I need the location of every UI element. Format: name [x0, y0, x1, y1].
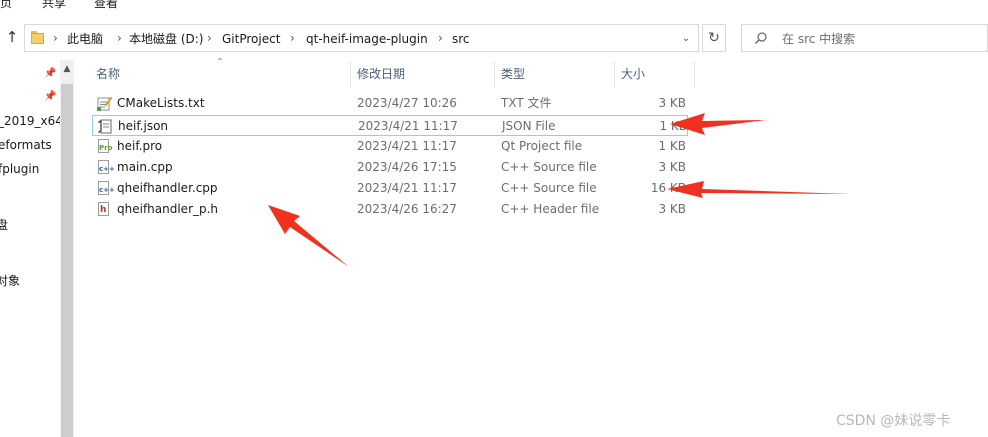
file-date: 2023/4/21 11:17 [358, 119, 458, 133]
column-divider[interactable] [614, 62, 615, 88]
file-size: 3 KB [658, 160, 686, 174]
search-icon [755, 32, 767, 44]
file-date: 2023/4/26 17:15 [357, 160, 457, 174]
chevron-right-icon[interactable]: › [207, 31, 212, 45]
file-size: 3 KB [658, 202, 686, 216]
file-type: Qt Project file [501, 139, 583, 153]
column-header-size[interactable]: 大小 [621, 67, 645, 81]
file-type: TXT 文件 [501, 96, 552, 110]
table-row-selected[interactable]: heif.json 2023/4/21 11:17 JSON File 1 KB [92, 115, 688, 136]
table-row[interactable]: h qheifhandler_p.h 2023/4/26 16:27 C++ H… [92, 199, 688, 220]
ribbon-tab-share[interactable]: 共享 [42, 0, 66, 10]
refresh-icon[interactable]: ↻ [702, 24, 726, 52]
annotation-arrow-handler [667, 181, 850, 198]
breadcrumb-gitproject[interactable]: GitProject [222, 32, 280, 46]
scroll-up-icon[interactable]: ▲ [60, 62, 74, 76]
column-header-type[interactable]: 类型 [501, 67, 525, 81]
search-placeholder: 在 src 中搜索 [782, 32, 856, 46]
scrollbar-thumb[interactable] [61, 84, 73, 437]
file-name: heif.json [118, 119, 169, 133]
column-divider[interactable] [494, 62, 495, 88]
text-file-icon [97, 96, 113, 111]
navigation-pane: 📌 📌 _2019_x64 eformats fplugin 盘 对象 [0, 60, 60, 437]
watermark: CSDN @妹说零卡 [836, 413, 951, 429]
nav-item-x64[interactable]: _2019_x64 [0, 114, 60, 128]
chevron-right-icon[interactable]: › [117, 31, 122, 45]
file-date: 2023/4/27 10:26 [357, 96, 457, 110]
file-type: C++ Source file [501, 160, 597, 174]
chevron-right-icon[interactable]: › [290, 31, 295, 45]
address-row: ↑ › 此电脑 › 本地磁盘 (D:) › GitProject › qt-he… [0, 22, 988, 54]
cpp-file-icon: c++ [97, 160, 115, 175]
file-name: qheifhandler_p.h [117, 202, 219, 216]
sort-ascending-icon: ⌃ [216, 57, 225, 68]
column-header-name[interactable]: 名称 [96, 67, 120, 81]
breadcrumb-this-pc[interactable]: 此电脑 [67, 32, 103, 46]
file-type: C++ Header file [501, 202, 600, 216]
qt-project-file-icon: Pro [97, 139, 112, 154]
pin-icon[interactable]: 📌 [44, 68, 56, 79]
folder-icon [31, 31, 44, 45]
breadcrumb-plugin[interactable]: qt-heif-image-plugin [306, 32, 428, 46]
nav-item-disk[interactable]: 盘 [0, 218, 8, 232]
up-arrow-icon[interactable]: ↑ [4, 28, 20, 46]
file-name: CMakeLists.txt [117, 96, 205, 110]
header-file-icon: h [97, 202, 111, 217]
ribbon-tab-home[interactable]: 页 [0, 0, 12, 10]
file-date: 2023/4/21 11:17 [357, 181, 457, 195]
chevron-down-icon[interactable]: ⌄ [676, 31, 696, 47]
nav-item-heifplugin[interactable]: fplugin [0, 162, 39, 176]
search-input[interactable]: 在 src 中搜索 [741, 24, 988, 52]
file-name: qheifhandler.cpp [117, 181, 218, 195]
column-divider[interactable] [694, 62, 695, 88]
column-divider[interactable] [350, 62, 351, 88]
nav-item-imageformats[interactable]: eformats [0, 138, 52, 152]
breadcrumb-src[interactable]: src [452, 32, 470, 46]
address-bar[interactable]: › 此电脑 › 本地磁盘 (D:) › GitProject › qt-heif… [24, 24, 699, 52]
table-row[interactable]: c++ qheifhandler.cpp 2023/4/21 11:17 C++… [92, 178, 688, 199]
column-header-date[interactable]: 修改日期 [357, 67, 405, 81]
table-row[interactable]: c++ main.cpp 2023/4/26 17:15 C++ Source … [92, 157, 688, 178]
file-size: 1 KB [658, 139, 686, 153]
file-name: heif.pro [117, 139, 163, 153]
chevron-right-icon[interactable]: › [53, 31, 58, 45]
nav-item-3d-objects[interactable]: 对象 [0, 274, 20, 288]
breadcrumb-local-disk[interactable]: 本地磁盘 (D:) [129, 32, 203, 46]
pin-icon[interactable]: 📌 [44, 91, 56, 102]
chevron-right-icon[interactable]: › [438, 31, 443, 45]
file-type: C++ Source file [501, 181, 597, 195]
file-name: main.cpp [117, 160, 173, 174]
file-date: 2023/4/21 11:17 [357, 139, 457, 153]
ribbon-tab-view[interactable]: 查看 [94, 0, 118, 10]
json-file-icon [98, 119, 112, 134]
file-size: 3 KB [658, 96, 686, 110]
table-row[interactable]: Pro heif.pro 2023/4/21 11:17 Qt Project … [92, 136, 688, 157]
table-row[interactable]: CMakeLists.txt 2023/4/27 10:26 TXT 文件 3 … [92, 93, 688, 114]
file-date: 2023/4/26 16:27 [357, 202, 457, 216]
file-size: 1 KB [659, 119, 687, 133]
file-type: JSON File [502, 119, 556, 133]
cpp-file-icon: c++ [97, 181, 115, 196]
file-size: 16 KB [650, 181, 686, 195]
